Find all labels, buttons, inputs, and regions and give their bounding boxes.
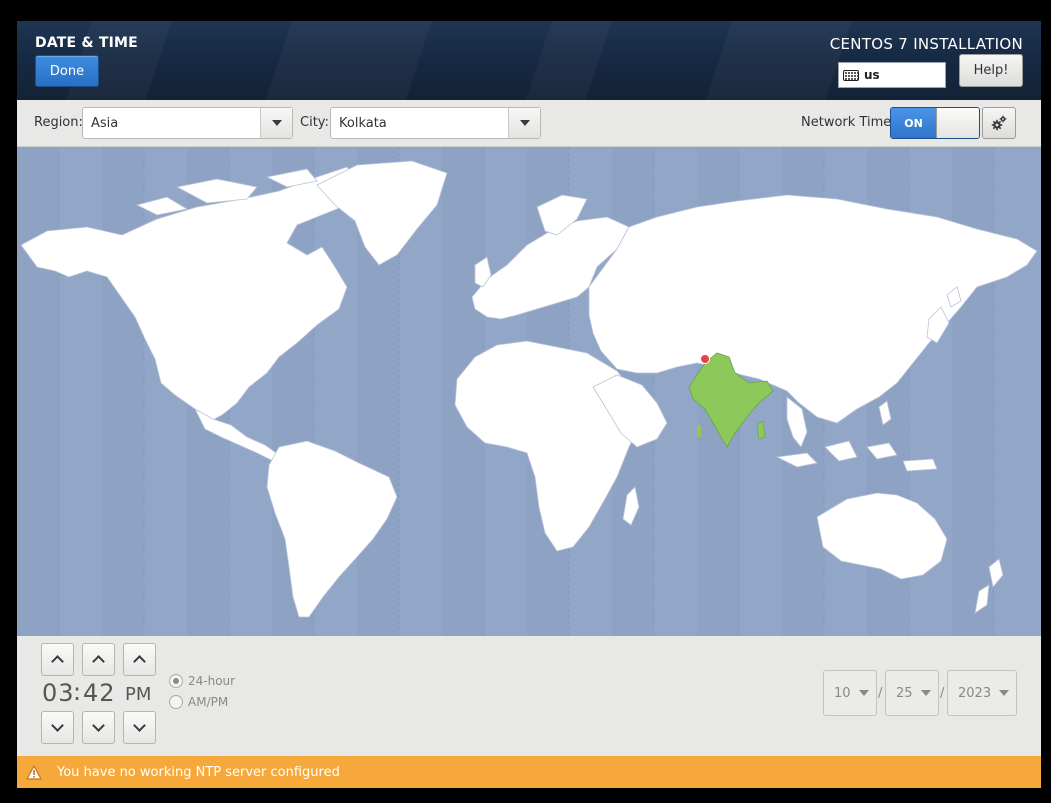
city-value: Kolkata <box>339 115 387 131</box>
minutes-up-button[interactable] <box>82 643 115 676</box>
city-combo[interactable]: Kolkata <box>330 107 541 139</box>
year-value: 2023 <box>958 685 992 701</box>
switch-on-label: ON <box>891 108 936 138</box>
world-map[interactable] <box>17 147 1041 636</box>
chevron-down-icon <box>51 719 64 732</box>
help-button[interactable]: Help! <box>959 54 1023 87</box>
chevron-down-icon <box>133 719 146 732</box>
day-combo[interactable]: 25 <box>885 670 939 716</box>
lakshadweep-marker <box>697 425 701 437</box>
warning-message: You have no working NTP server configure… <box>57 764 340 780</box>
minutes-down-button[interactable] <box>82 711 115 744</box>
chevron-down-icon <box>920 690 931 696</box>
done-button[interactable]: Done <box>35 55 99 87</box>
greenland <box>316 160 448 266</box>
date-time-window: DATE & TIME Done CENTOS 7 INSTALLATION u… <box>17 21 1041 788</box>
hours-up-button[interactable] <box>41 643 74 676</box>
switch-knob[interactable] <box>936 108 979 138</box>
chevron-up-icon <box>133 655 146 668</box>
region-dropdown-arrow[interactable] <box>260 108 292 138</box>
city-label: City: <box>300 115 329 130</box>
ampm-up-button[interactable] <box>123 643 156 676</box>
chevron-down-icon <box>519 120 530 126</box>
radio-unselected-icon <box>169 695 183 709</box>
format-24h-label: 24-hour <box>188 674 236 688</box>
format-ampm-radio[interactable]: AM/PM <box>169 695 228 709</box>
timezone-map[interactable] <box>17 147 1041 636</box>
chevron-up-icon <box>92 655 105 668</box>
keyboard-icon <box>843 69 859 81</box>
format-24h-radio[interactable]: 24-hour <box>169 674 235 688</box>
date-separator: / <box>878 686 883 701</box>
format-ampm-label: AM/PM <box>188 695 229 709</box>
year-combo[interactable]: 2023 <box>947 670 1017 716</box>
network-time-switch[interactable]: ON <box>890 107 980 139</box>
keyboard-layout-label: us <box>864 68 880 82</box>
gear-icon <box>991 115 1007 131</box>
ampm-value: PM <box>125 684 152 705</box>
network-time-label: Network Time <box>801 115 892 130</box>
time-panel: 03 : 42 PM 24-hour AM/PM 10 / 25 / 2023 <box>17 636 1041 756</box>
month-value: 10 <box>834 685 851 701</box>
warning-icon <box>26 764 42 780</box>
product-title: CENTOS 7 INSTALLATION <box>829 35 1023 53</box>
city-dropdown-arrow[interactable] <box>508 108 540 138</box>
screen-title: DATE & TIME <box>35 35 138 51</box>
date-separator: / <box>940 686 945 701</box>
timezone-toolbar: Region: Asia City: Kolkata Network Time … <box>17 100 1041 147</box>
region-value: Asia <box>91 115 119 131</box>
keyboard-layout-indicator[interactable]: us <box>838 62 946 88</box>
region-label: Region: <box>34 115 83 130</box>
sri-lanka-islands <box>756 420 766 440</box>
chevron-down-icon <box>92 719 105 732</box>
ntp-settings-button[interactable] <box>982 107 1016 139</box>
minutes-value: 42 <box>83 679 116 707</box>
chevron-up-icon <box>51 655 64 668</box>
header-bar: DATE & TIME Done CENTOS 7 INSTALLATION u… <box>17 21 1041 100</box>
chevron-down-icon <box>271 120 282 126</box>
australia <box>816 492 948 580</box>
radio-selected-icon <box>169 674 183 688</box>
chevron-down-icon <box>999 690 1010 696</box>
hours-down-button[interactable] <box>41 711 74 744</box>
city-pin[interactable] <box>700 354 710 364</box>
day-value: 25 <box>896 685 913 701</box>
month-combo[interactable]: 10 <box>823 670 877 716</box>
hours-value: 03 <box>42 679 75 707</box>
time-separator: : <box>73 678 83 706</box>
ampm-down-button[interactable] <box>123 711 156 744</box>
region-combo[interactable]: Asia <box>82 107 293 139</box>
warning-bar[interactable]: You have no working NTP server configure… <box>17 756 1041 788</box>
chevron-down-icon <box>858 690 869 696</box>
